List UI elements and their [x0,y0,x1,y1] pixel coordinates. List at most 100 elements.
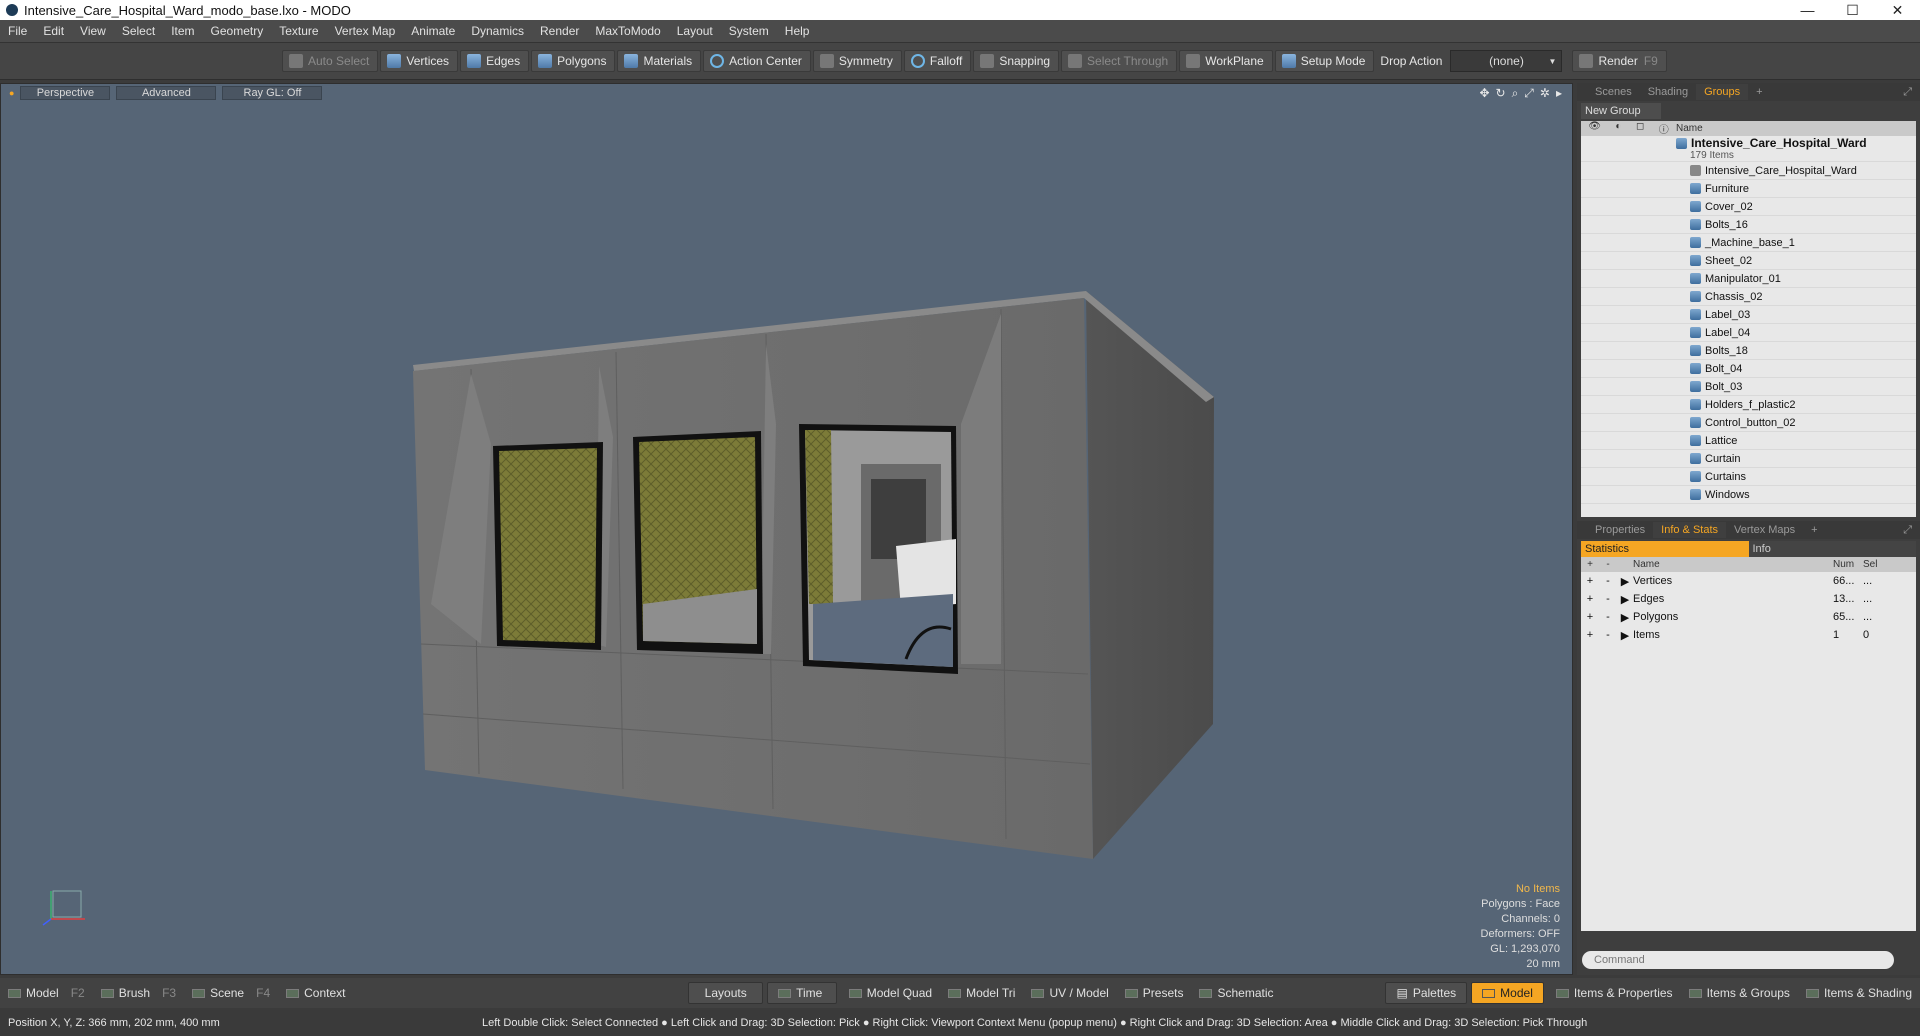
auto-select-button[interactable]: Auto Select [282,50,379,72]
add-selection-button[interactable]: + [1581,593,1599,605]
items-properties-button[interactable]: Items & Properties [1548,982,1681,1004]
menu-view[interactable]: View [72,24,114,38]
schematic-button[interactable]: Schematic [1191,982,1281,1004]
tab-shading[interactable]: Shading [1640,84,1696,100]
menu-help[interactable]: Help [777,24,818,38]
new-group-button[interactable]: New Group [1581,103,1661,119]
statistics-subtab[interactable]: Statistics [1581,541,1749,557]
tab-vertex-maps[interactable]: Vertex Maps [1726,522,1803,538]
tree-item[interactable]: Lattice [1581,432,1916,450]
expand-arrow-icon[interactable]: ▶ [1617,611,1633,624]
context-layout-button[interactable]: Context [278,982,353,1004]
tab-scenes[interactable]: Scenes [1587,84,1640,100]
expand-panel-icon[interactable]: ⤢ [1895,522,1920,538]
maximize-button[interactable]: ☐ [1830,0,1875,20]
items-groups-button[interactable]: Items & Groups [1681,982,1798,1004]
falloff-button[interactable]: Falloff [903,50,972,72]
expand-arrow-icon[interactable]: ▶ [1617,593,1633,606]
command-input[interactable]: Command [1582,951,1894,969]
tree-item[interactable]: Control_button_02 [1581,414,1916,432]
name-column-header[interactable]: Name [1676,123,1703,134]
tree-item[interactable]: Curtains [1581,468,1916,486]
stats-row[interactable]: + - ▶ Edges 13...... [1581,590,1916,608]
action-center-button[interactable]: Action Center [703,50,811,72]
model-active-button[interactable]: Model [1471,982,1544,1004]
render-button[interactable]: Render F9 [1572,50,1667,72]
tree-item[interactable]: Manipulator_01 [1581,270,1916,288]
expand-arrow-icon[interactable]: ▶ [1617,575,1633,588]
setup-mode-button[interactable]: Setup Mode [1274,50,1375,72]
add-tab-icon[interactable]: + [1748,84,1770,100]
menu-edit[interactable]: Edit [35,24,72,38]
tree-item[interactable]: Bolt_04 [1581,360,1916,378]
items-shading-button[interactable]: Items & Shading [1798,982,1920,1004]
add-selection-button[interactable]: + [1581,629,1599,641]
tree-item[interactable]: Windows [1581,486,1916,504]
close-button[interactable]: ✕ [1875,0,1920,20]
tree-item[interactable]: Intensive_Care_Hospital_Ward [1581,162,1916,180]
brush-layout-button[interactable]: Brush F3 [93,982,184,1004]
tree-item[interactable]: _Machine_base_1 [1581,234,1916,252]
tree-item[interactable]: Label_03 [1581,306,1916,324]
edges-button[interactable]: Edges [460,50,530,72]
root-group-row[interactable]: Intensive_Care_Hospital_Ward 179 Items [1581,136,1916,162]
model-layout-button[interactable]: Model F2 [0,982,93,1004]
menu-texture[interactable]: Texture [271,24,326,38]
add-selection-button[interactable]: + [1581,611,1599,623]
snapping-button[interactable]: Snapping [973,50,1060,72]
remove-selection-button[interactable]: - [1599,593,1617,605]
info-subtab[interactable]: Info [1748,541,1916,557]
palettes-button[interactable]: ▤ Palettes [1385,982,1468,1004]
remove-selection-button[interactable]: - [1599,629,1617,641]
tree-item[interactable]: Bolts_16 [1581,216,1916,234]
uv-model-button[interactable]: UV / Model [1023,982,1116,1004]
add-selection-button[interactable]: + [1581,575,1599,587]
tab-info-stats[interactable]: Info & Stats [1653,522,1727,538]
tree-item[interactable]: Curtain [1581,450,1916,468]
workplane-button[interactable]: WorkPlane [1179,50,1273,72]
tree-item[interactable]: Sheet_02 [1581,252,1916,270]
tab-groups[interactable]: Groups [1696,84,1749,100]
menu-render[interactable]: Render [532,24,587,38]
tab-properties[interactable]: Properties [1587,522,1653,538]
tree-item[interactable]: Cover_02 [1581,198,1916,216]
tree-item[interactable]: Label_04 [1581,324,1916,342]
3d-viewport[interactable]: ● Perspective Advanced Ray GL: Off ✥ ↻ ⌕… [0,83,1573,975]
expand-panel-icon[interactable]: ⤢ [1895,84,1920,100]
scene-layout-button[interactable]: Scene F4 [184,982,278,1004]
time-button[interactable]: Time [767,982,837,1004]
tree-item[interactable]: Furniture [1581,180,1916,198]
tree-item[interactable]: Bolts_18 [1581,342,1916,360]
select-through-button[interactable]: Select Through [1061,50,1178,72]
menu-select[interactable]: Select [114,24,163,38]
add-tab-icon[interactable]: + [1803,522,1825,538]
tree-item[interactable]: Bolt_03 [1581,378,1916,396]
tree-item[interactable]: Holders_f_plastic2 [1581,396,1916,414]
expand-arrow-icon[interactable]: ▶ [1617,629,1633,642]
vertices-button[interactable]: Vertices [380,50,459,72]
model-quad-button[interactable]: Model Quad [841,982,940,1004]
tree-item[interactable]: Chassis_02 [1581,288,1916,306]
materials-button[interactable]: Materials [617,50,702,72]
menu-dynamics[interactable]: Dynamics [463,24,532,38]
menu-file[interactable]: File [0,24,35,38]
symmetry-button[interactable]: Symmetry [812,50,902,72]
remove-selection-button[interactable]: - [1599,611,1617,623]
stats-row[interactable]: + - ▶ Items 1 0 [1581,626,1916,644]
presets-button[interactable]: Presets [1117,982,1192,1004]
model-tri-button[interactable]: Model Tri [940,982,1023,1004]
menu-animate[interactable]: Animate [403,24,463,38]
stats-row[interactable]: + - ▶ Vertices 66...... [1581,572,1916,590]
remove-selection-button[interactable]: - [1599,575,1617,587]
minimize-button[interactable]: — [1785,0,1830,20]
menu-item[interactable]: Item [163,24,202,38]
menu-system[interactable]: System [721,24,777,38]
menu-maxtomodo[interactable]: MaxToModo [587,24,668,38]
menu-geometry[interactable]: Geometry [203,24,272,38]
menu-layout[interactable]: Layout [669,24,721,38]
stats-row[interactable]: + - ▶ Polygons 65...... [1581,608,1916,626]
drop-action-dropdown[interactable]: (none) ▼ [1450,50,1563,72]
menu-vertex-map[interactable]: Vertex Map [327,24,404,38]
polygons-button[interactable]: Polygons [531,50,616,72]
layouts-button[interactable]: Layouts [688,982,764,1004]
